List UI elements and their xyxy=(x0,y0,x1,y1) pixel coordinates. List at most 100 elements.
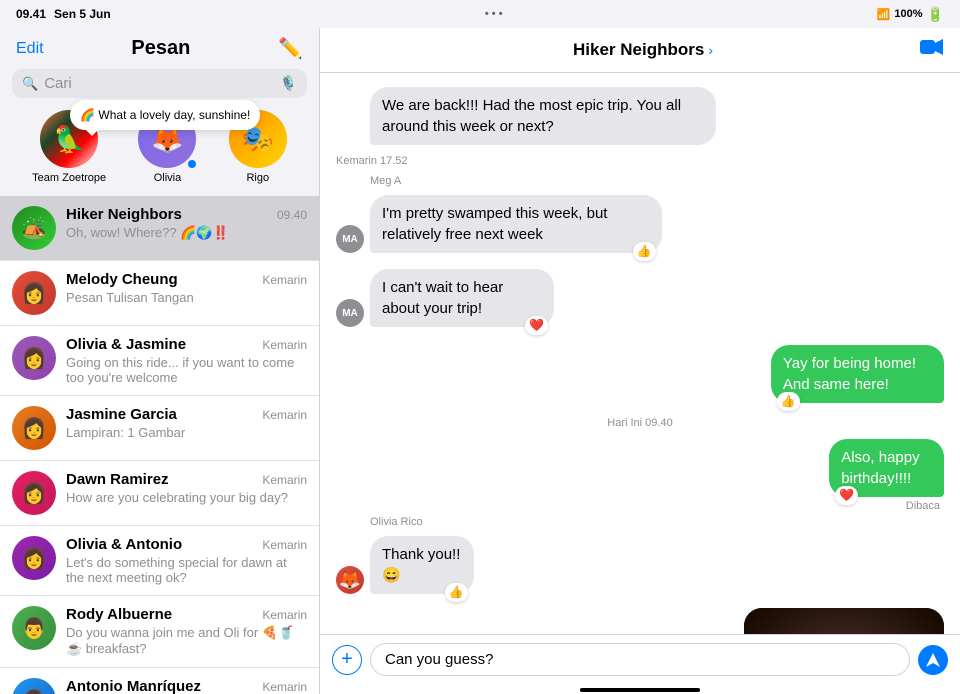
video-call-button[interactable] xyxy=(920,38,944,62)
conv-item-dawn[interactable]: 👩 Dawn Ramirez Kemarin How are you celeb… xyxy=(0,461,319,526)
conv-preview-dawn: How are you celebrating your big day? xyxy=(66,490,307,505)
msg-wrapper-sent-1: Yay for being home! And same here! 👍 xyxy=(336,343,944,405)
app-container: Edit Pesan ✏️ 🔍 🎙️ 🌈 What a lovely day, … xyxy=(0,28,960,694)
msg-wrapper-olivia-1: 🦊 Thank you!! 😄 👍 xyxy=(336,534,944,596)
blue-dot-olivia xyxy=(188,160,196,168)
reaction-sent-1: 👍 xyxy=(777,392,800,411)
conv-name-olivia-jasmine: Olivia & Jasmine xyxy=(66,336,186,353)
chat-input-area: + xyxy=(320,634,960,684)
pinned-name-team: Team Zoetrope xyxy=(32,172,106,184)
conv-time-antonio: Kemarin xyxy=(262,680,307,694)
chat-title-container[interactable]: Hiker Neighbors › xyxy=(573,40,713,60)
conv-info-olivia-jasmine: Olivia & Jasmine Kemarin Going on this r… xyxy=(66,336,307,385)
conv-time-melody: Kemarin xyxy=(262,273,307,287)
reaction-sent-2: ❤️ xyxy=(835,486,858,505)
chat-area: Hiker Neighbors › We are back!!! Had the… xyxy=(320,28,960,694)
reaction-meg-2: ❤️ xyxy=(525,316,548,335)
search-icon: 🔍 xyxy=(22,76,38,92)
message-input[interactable] xyxy=(370,643,910,676)
read-receipt: Dibaca xyxy=(906,500,940,512)
conv-item-rody[interactable]: 👨 Rody Albuerne Kemarin Do you wanna joi… xyxy=(0,596,319,668)
edit-button[interactable]: Edit xyxy=(16,40,44,58)
photo-message xyxy=(744,608,944,634)
msg-avatar-olivia: 🦊 xyxy=(336,566,364,594)
msg-bubble-meg-2: I can't wait to hear about your trip! ❤️ xyxy=(370,269,554,327)
reaction-olivia-1: 👍 xyxy=(445,583,468,602)
msg-bubble-sent-2: Also, happy birthday!!!! ❤️ xyxy=(829,439,944,497)
status-bar: 09.41 Sen 5 Jun • • • 📶 100% 🔋 xyxy=(0,0,960,28)
msg-row-photo xyxy=(744,608,944,634)
conv-avatar-hiker: 🏕️ xyxy=(12,206,56,250)
msg-wrapper-1: We are back!!! Had the most epic trip. Y… xyxy=(336,85,944,171)
conv-avatar-jasmine: 👩 xyxy=(12,406,56,450)
chat-header: Hiker Neighbors › xyxy=(320,28,960,73)
video-icon xyxy=(920,38,944,56)
msg-bubble-sent-1: Yay for being home! And same here! 👍 xyxy=(771,345,944,403)
timestamp-today: Hari Ini 09.40 xyxy=(336,417,944,429)
conv-info-dawn: Dawn Ramirez Kemarin How are you celebra… xyxy=(66,471,307,505)
sender-name-olivia: Olivia Rico xyxy=(370,516,944,528)
mic-icon[interactable]: 🎙️ xyxy=(280,75,297,92)
send-button[interactable] xyxy=(918,645,948,675)
conv-item-jasmine[interactable]: 👩 Jasmine Garcia Kemarin Lampiran: 1 Gam… xyxy=(0,396,319,461)
status-right: 📶 100% 🔋 xyxy=(877,6,944,23)
msg-row-meg-1: MA I'm pretty swamped this week, but rel… xyxy=(336,195,785,253)
chat-title: Hiker Neighbors xyxy=(573,40,704,60)
search-input[interactable] xyxy=(44,75,273,92)
msg-bubble-meg-1: I'm pretty swamped this week, but relati… xyxy=(370,195,662,253)
status-center: • • • xyxy=(485,8,503,20)
sender-name-meg: Meg A xyxy=(370,175,944,187)
battery-icon: 🔋 xyxy=(927,6,944,23)
conv-avatar-rody: 👨 xyxy=(12,606,56,650)
add-attachment-button[interactable]: + xyxy=(332,645,362,675)
conv-time-hiker: 09.40 xyxy=(277,208,307,222)
conv-item-antonio[interactable]: 👨 Antonio Manríquez Kemarin xyxy=(0,668,319,694)
conv-name-melody: Melody Cheung xyxy=(66,271,178,288)
conv-info-melody: Melody Cheung Kemarin Pesan Tulisan Tang… xyxy=(66,271,307,305)
compose-button[interactable]: ✏️ xyxy=(278,36,303,61)
conv-preview-melody: Pesan Tulisan Tangan xyxy=(66,290,307,305)
msg-wrapper-sent-2: Also, happy birthday!!!! ❤️ Dibaca xyxy=(336,437,944,512)
conv-name-antonio: Antonio Manríquez xyxy=(66,678,201,694)
conv-preview-olivia-jasmine: Going on this ride... if you want to com… xyxy=(66,355,307,385)
conv-name-jasmine: Jasmine Garcia xyxy=(66,406,177,423)
conv-item-olivia-jasmine[interactable]: 👩 Olivia & Jasmine Kemarin Going on this… xyxy=(0,326,319,396)
pinned-name-rigo: Rigo xyxy=(246,172,269,184)
conv-time-rody: Kemarin xyxy=(262,608,307,622)
conv-info-rody: Rody Albuerne Kemarin Do you wanna join … xyxy=(66,606,307,657)
conv-item-hiker-neighbors[interactable]: 🏕️ Hiker Neighbors 09.40 Oh, wow! Where?… xyxy=(0,196,319,261)
pinned-item-team[interactable]: 🌈 What a lovely day, sunshine! 🦜 6 Team … xyxy=(32,110,106,184)
sidebar: Edit Pesan ✏️ 🔍 🎙️ 🌈 What a lovely day, … xyxy=(0,28,320,694)
conv-time-olivia-jasmine: Kemarin xyxy=(262,338,307,352)
send-icon xyxy=(926,653,940,667)
conv-time-olivia-antonio: Kemarin xyxy=(262,538,307,552)
battery-display: 100% xyxy=(894,8,922,20)
pinned-name-olivia: Olivia xyxy=(154,172,182,184)
conv-avatar-olivia-jasmine: 👩 xyxy=(12,336,56,380)
conv-time-jasmine: Kemarin xyxy=(262,408,307,422)
conv-item-olivia-antonio[interactable]: 👩 Olivia & Antonio Kemarin Let's do some… xyxy=(0,526,319,596)
msg-row-sent-1: Yay for being home! And same here! 👍 xyxy=(678,345,944,403)
time-display: 09.41 xyxy=(16,7,46,21)
msg-bubble-1: We are back!!! Had the most epic trip. Y… xyxy=(370,87,716,145)
msg-wrapper-photo xyxy=(336,606,944,634)
conv-avatar-melody: 👩 xyxy=(12,271,56,315)
search-bar[interactable]: 🔍 🎙️ xyxy=(12,69,307,98)
chevron-right-icon: › xyxy=(708,42,713,58)
conv-info-olivia-antonio: Olivia & Antonio Kemarin Let's do someth… xyxy=(66,536,307,585)
date-display: Sen 5 Jun xyxy=(54,7,111,21)
wifi-icon: 📶 xyxy=(877,8,891,21)
sidebar-title: Pesan xyxy=(131,37,190,60)
conv-time-dawn: Kemarin xyxy=(262,473,307,487)
photo-person xyxy=(744,608,944,634)
msg-avatar-meg-2: MA xyxy=(336,299,364,327)
msg-row-olivia-1: 🦊 Thank you!! 😄 👍 xyxy=(336,536,495,594)
msg-wrapper-meg-1: MA I'm pretty swamped this week, but rel… xyxy=(336,193,944,255)
conv-avatar-dawn: 👩 xyxy=(12,471,56,515)
conv-top-hiker: Hiker Neighbors 09.40 xyxy=(66,206,307,223)
conv-item-melody[interactable]: 👩 Melody Cheung Kemarin Pesan Tulisan Ta… xyxy=(0,261,319,326)
conv-preview-olivia-antonio: Let's do something special for dawn at t… xyxy=(66,555,307,585)
conv-info-jasmine: Jasmine Garcia Kemarin Lampiran: 1 Gamba… xyxy=(66,406,307,440)
pinned-contacts-row: 🌈 What a lovely day, sunshine! 🦜 6 Team … xyxy=(0,106,319,196)
pinned-avatar-team: 🌈 What a lovely day, sunshine! 🦜 6 xyxy=(40,110,98,168)
